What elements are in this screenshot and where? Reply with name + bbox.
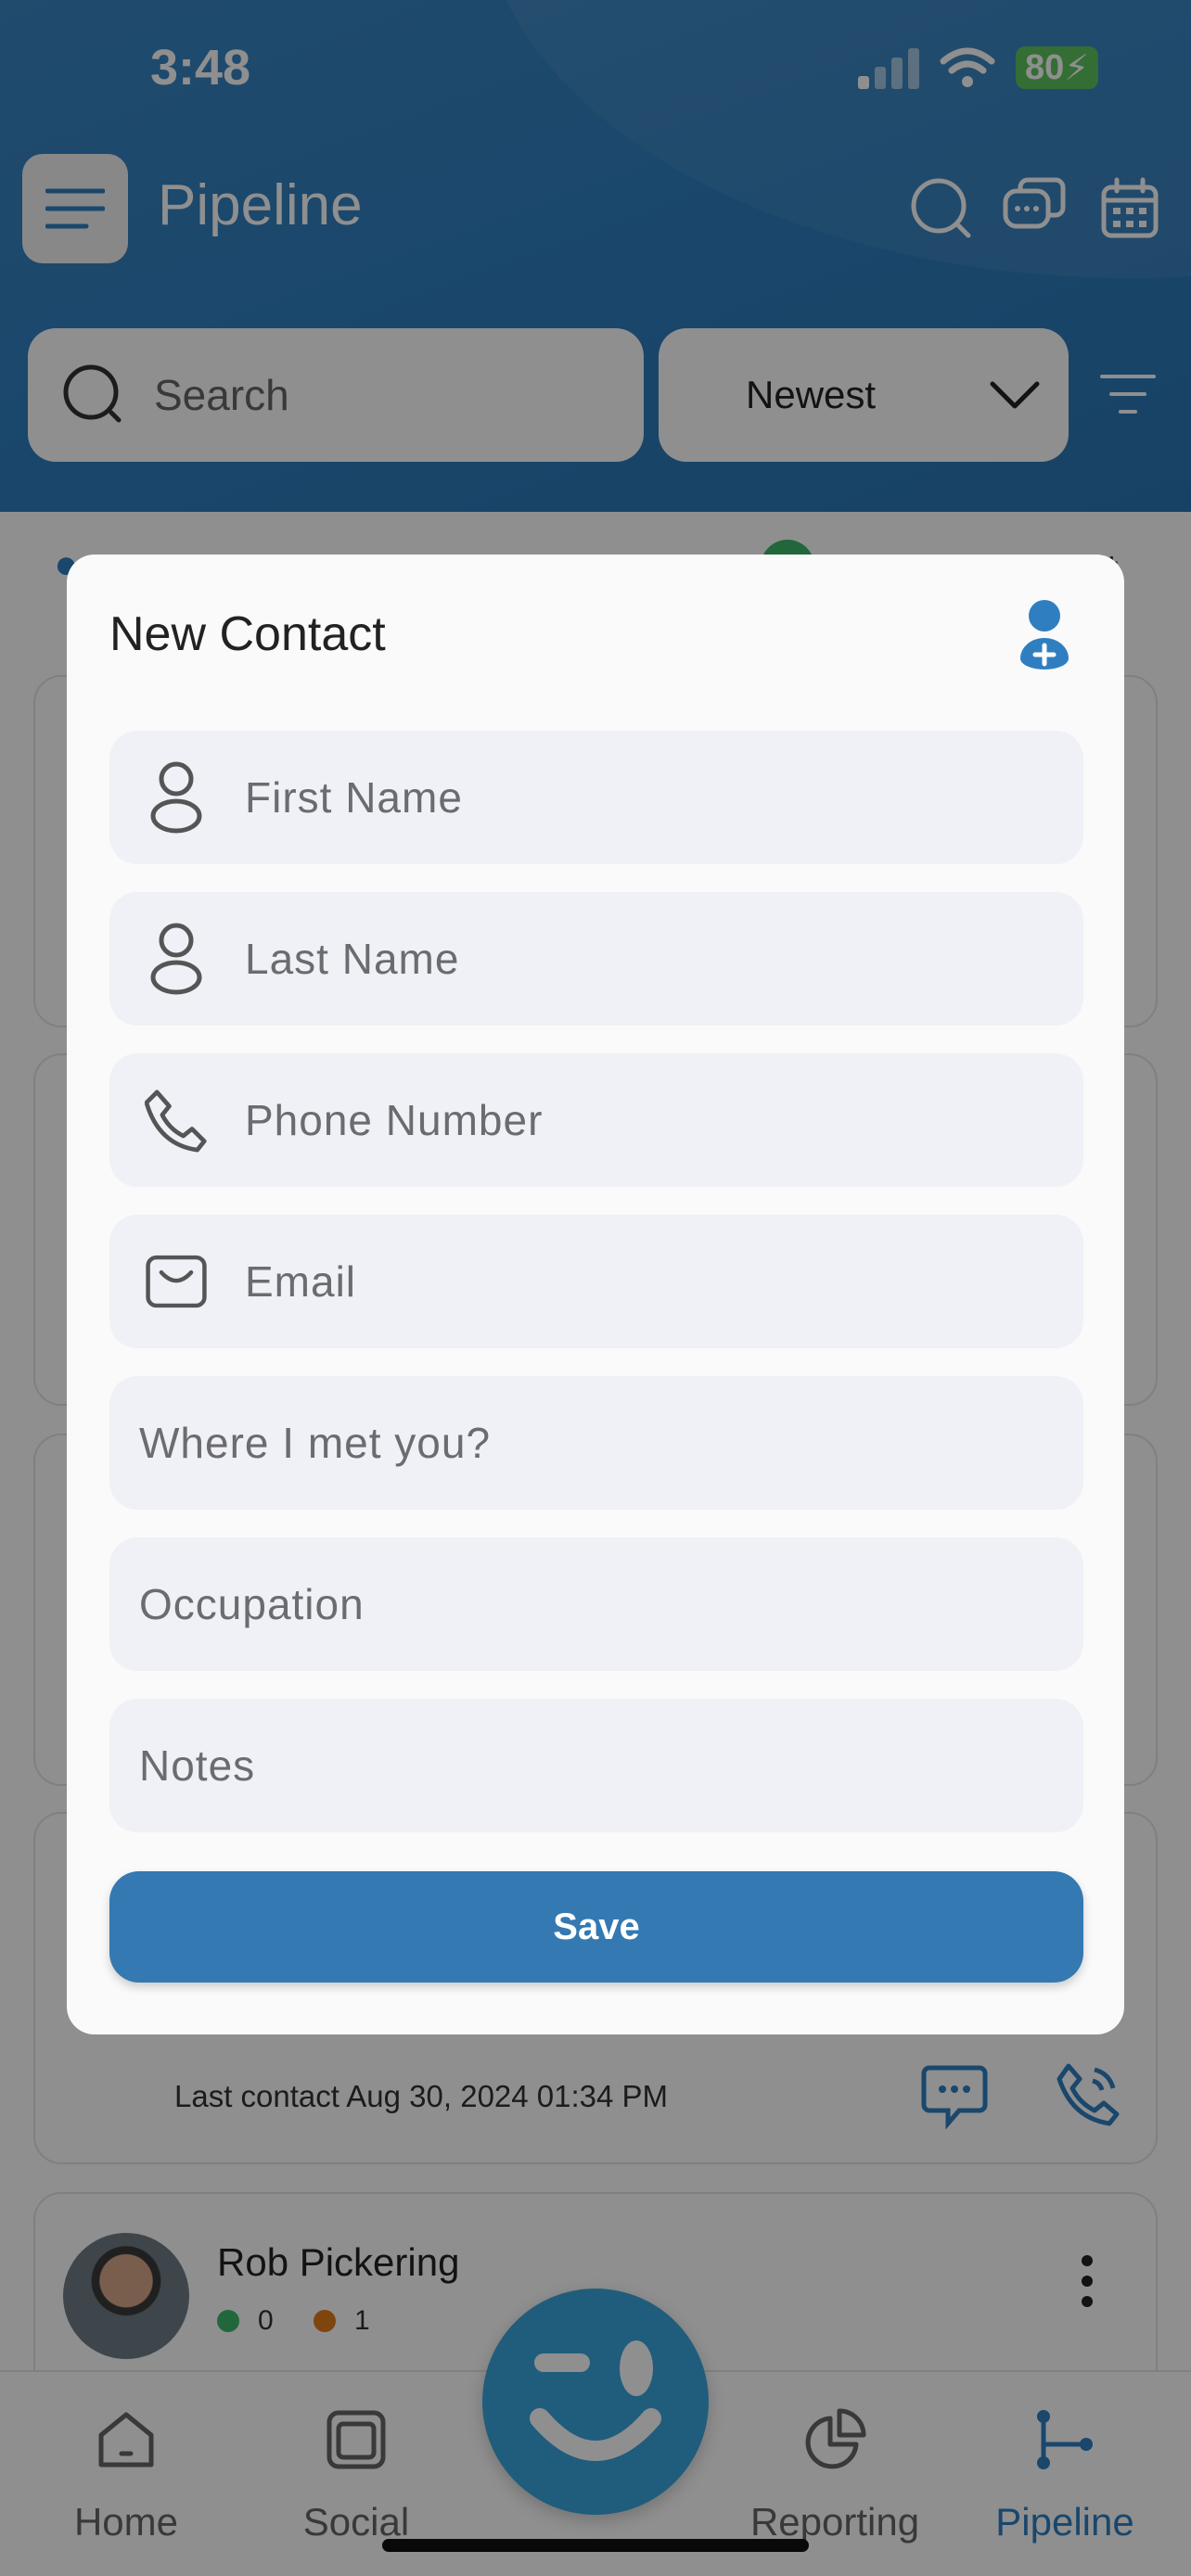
dialog-title: New Contact bbox=[109, 607, 386, 661]
new-contact-dialog: New Contact First Name Last Name Phone N… bbox=[67, 555, 1124, 2034]
occupation-input[interactable] bbox=[139, 1579, 1048, 1629]
where-met-input[interactable] bbox=[139, 1418, 1048, 1468]
save-button[interactable]: Save bbox=[109, 1871, 1083, 1983]
phone-input[interactable] bbox=[245, 1095, 1005, 1145]
person-icon bbox=[145, 760, 208, 835]
occupation-field[interactable] bbox=[109, 1537, 1083, 1671]
email-input[interactable] bbox=[245, 1256, 1005, 1307]
first-name-field[interactable] bbox=[109, 731, 1083, 864]
notes-field[interactable] bbox=[109, 1699, 1083, 1832]
phone-field[interactable] bbox=[109, 1053, 1083, 1187]
first-name-input[interactable] bbox=[245, 772, 1005, 823]
where-met-field[interactable] bbox=[109, 1376, 1083, 1510]
email-field[interactable] bbox=[109, 1215, 1083, 1348]
notes-input[interactable] bbox=[139, 1741, 1048, 1791]
phone-icon bbox=[145, 1083, 208, 1157]
mail-icon bbox=[145, 1244, 208, 1319]
person-icon bbox=[145, 922, 208, 996]
add-contact-icon bbox=[1020, 600, 1069, 670]
last-name-field[interactable] bbox=[109, 892, 1083, 1026]
last-name-input[interactable] bbox=[245, 934, 1005, 984]
